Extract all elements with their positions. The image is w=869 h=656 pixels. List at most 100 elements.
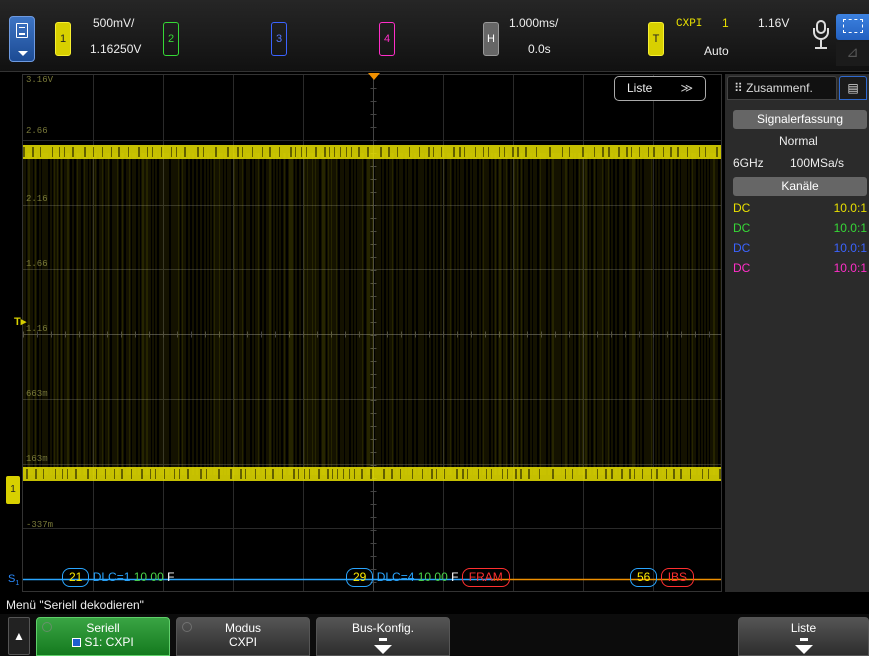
back-button[interactable]: ▲ — [8, 617, 30, 655]
rail-gap — [673, 469, 675, 479]
rail-gap — [483, 147, 484, 157]
rail-gap — [441, 147, 442, 157]
rail-gap — [478, 469, 479, 479]
rail-gap — [161, 147, 162, 157]
rail-gap — [96, 469, 97, 479]
rail-gap — [507, 469, 508, 479]
rail-gap — [59, 147, 60, 157]
rail-gap — [240, 469, 242, 479]
rail-gap — [155, 469, 156, 479]
rail-gap — [428, 147, 430, 157]
main-menu-button[interactable] — [9, 16, 35, 62]
trigger-position-marker[interactable] — [368, 73, 380, 80]
rail-gap — [680, 469, 682, 479]
knob-icon — [182, 622, 192, 632]
rail-gap — [367, 147, 369, 157]
rail-gap — [552, 469, 554, 479]
frame-id: 56 — [630, 568, 658, 587]
waveform-grid-svg — [23, 75, 721, 591]
rail-gap — [131, 469, 132, 479]
rail-gap — [400, 469, 401, 479]
rail-gap — [517, 147, 519, 157]
channel-2-button[interactable]: 2 — [163, 22, 179, 56]
decode-frame[interactable]: 21 DLC=1 10 00 F — [62, 568, 175, 587]
frame-error: FRAM — [461, 568, 510, 587]
rail-gap — [150, 469, 151, 479]
rail-gap — [699, 147, 700, 157]
softkey-liste[interactable]: Liste — [738, 617, 869, 656]
channel-4-button[interactable]: 4 — [379, 22, 395, 56]
rail-gap — [138, 147, 140, 157]
rail-gap — [502, 469, 503, 479]
arrow-up-icon: ▲ — [13, 629, 25, 643]
rail-gap — [520, 469, 522, 479]
rail-gap — [491, 469, 492, 479]
rail-gap — [340, 147, 341, 157]
rail-gap — [329, 147, 330, 157]
rail-gap — [269, 147, 271, 157]
frame-data: 10 00 — [417, 570, 448, 584]
rail-gap — [370, 469, 372, 479]
channel-1-button[interactable]: 1 — [55, 22, 71, 56]
rail-gap — [304, 469, 305, 479]
rail-gap — [227, 147, 229, 157]
trigger-channel: 1 — [722, 16, 729, 30]
rail-gap — [431, 469, 433, 479]
rail-gap — [324, 147, 326, 157]
rail-gap — [462, 469, 464, 479]
rail-gap — [315, 147, 317, 157]
rail-gap — [215, 147, 217, 157]
channel-1-ground-marker[interactable]: 1 — [6, 476, 20, 504]
horizontal-button[interactable]: H — [483, 22, 499, 56]
rail-gap — [337, 469, 338, 479]
rail-gap — [62, 469, 63, 479]
rail-gap — [631, 147, 632, 157]
rail-gap — [164, 469, 165, 479]
submenu-arrow-icon — [799, 638, 808, 641]
frame-id: 21 — [62, 568, 90, 587]
bandwidth: 6GHz — [733, 156, 764, 170]
tab-menu[interactable]: ▤ — [839, 76, 867, 100]
softkey-seriell[interactable]: Seriell S1: CXPI — [36, 617, 170, 656]
rail-gap — [433, 147, 434, 157]
rail-gap — [388, 147, 390, 157]
rail-gap — [585, 469, 587, 479]
rail-gap — [642, 469, 643, 479]
softkey-modus[interactable]: Modus CXPI — [176, 617, 310, 656]
channel-3-button[interactable]: 3 — [271, 22, 287, 56]
voltage-label: 163m — [26, 454, 48, 464]
serial-bus-label: S1 — [8, 573, 20, 588]
rail-gap — [282, 469, 283, 479]
rail-gap — [488, 147, 489, 157]
waveform-display[interactable] — [22, 74, 722, 592]
rail-gap — [464, 147, 465, 157]
rail-gap — [349, 469, 350, 479]
rail-gap — [702, 469, 703, 479]
rail-gap — [187, 469, 189, 479]
select-zoom-button[interactable] — [836, 14, 869, 40]
rail-gap — [309, 469, 310, 479]
microphone-icon[interactable] — [812, 20, 830, 54]
ch1-scale: 500mV/ — [93, 16, 135, 30]
trigger-level-marker[interactable]: T▸ — [14, 315, 26, 328]
voltage-label: 1.66 — [26, 259, 48, 269]
list-dropdown[interactable]: Liste ≫ — [614, 76, 706, 101]
voltage-label: -337m — [26, 520, 54, 530]
rail-gap — [354, 469, 355, 479]
frame-end: F — [167, 570, 175, 584]
selection-rect-icon — [843, 19, 863, 33]
horizontal-delay: 0.0s — [528, 42, 551, 56]
decode-frame[interactable]: 56 IBS — [630, 568, 695, 587]
decode-frame[interactable]: 29 DLC=4 10 00 F FRAM — [346, 568, 510, 587]
rail-gap — [176, 147, 177, 157]
rail-gap — [23, 147, 25, 157]
tab-summary[interactable]: ⠿ Zusammenf. — [727, 76, 837, 100]
softkey-bus-konfig[interactable]: Bus-Konfig. — [316, 617, 450, 656]
trigger-button[interactable]: T — [648, 22, 664, 56]
rail-gap — [528, 469, 530, 479]
rail-gap — [102, 147, 103, 157]
measure-delta-button[interactable]: ⊿ — [836, 42, 869, 66]
rail-gap — [639, 147, 640, 157]
rail-gap — [380, 147, 382, 157]
rail-gap — [72, 147, 74, 157]
